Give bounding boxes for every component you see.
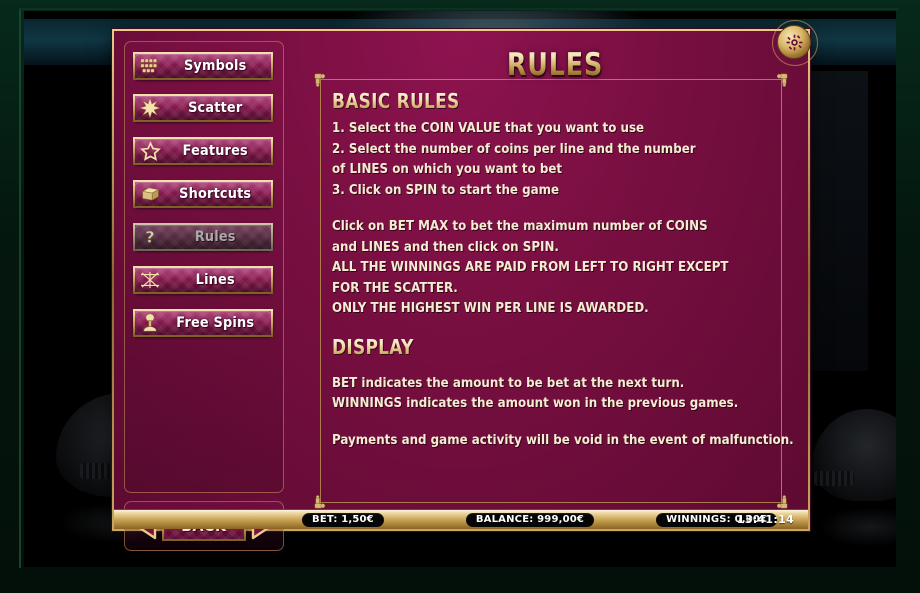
star-outline-icon <box>135 139 165 163</box>
rules-text: BASIC RULES 1. Select the COIN VALUE tha… <box>332 89 794 450</box>
rules-content: RULES BASIC RULES 1. Select the COIN VAL… <box>312 41 798 521</box>
corner-ornament-icon <box>776 495 788 509</box>
malfunction-line: Payments and game activity will be void … <box>332 431 794 448</box>
bet-max-line: Click on BET MAX to bet the maximum numb… <box>332 218 708 234</box>
rules-panel: Symbols Scatter Features Shortcuts ? Rul… <box>112 29 810 551</box>
sidebar-item-symbols[interactable]: Symbols <box>133 52 273 80</box>
sidebar-item-rules[interactable]: ? Rules <box>133 223 273 251</box>
background-car-reflection <box>816 507 896 547</box>
sidebar-item-shortcuts[interactable]: Shortcuts <box>133 180 273 208</box>
sidebar-item-scatter[interactable]: Scatter <box>133 94 273 122</box>
sidebar-item-label: Free Spins <box>176 315 255 331</box>
display-line: BET indicates the amount to be bet at th… <box>332 374 685 391</box>
coins-grid-icon <box>135 54 165 78</box>
bet-max-line: and LINES and then click on SPIN. <box>332 238 559 255</box>
sidebar-item-lines[interactable]: Lines <box>133 266 273 294</box>
crossed-lines-icon <box>135 268 165 292</box>
display-line: WINNINGS indicates the amount won in the… <box>332 395 739 411</box>
corner-ornament-icon <box>314 495 326 509</box>
starburst-icon <box>135 96 165 120</box>
outer-frame-line-left <box>19 8 21 568</box>
basic-rules-line: 2. Select the number of coins per line a… <box>332 140 696 157</box>
sidebar-item-label: Lines <box>195 272 235 288</box>
question-mark-icon: ? <box>135 225 165 249</box>
settings-button[interactable] <box>772 20 818 66</box>
clock-display: 13:41:14 <box>736 513 794 526</box>
sidebar-item-label: Rules <box>194 229 236 245</box>
basic-rules-heading: BASIC RULES <box>332 89 706 113</box>
basic-rules-line: of LINES on which you want to bet <box>332 161 563 177</box>
box-icon <box>135 182 165 206</box>
background-car-right <box>812 409 896 501</box>
basic-rules-line: 3. Click on SPIN to start the game <box>332 181 560 198</box>
basic-rules-line: 1. Select the COIN VALUE that you want t… <box>332 120 645 136</box>
game-stage: Symbols Scatter Features Shortcuts ? Rul… <box>0 0 920 593</box>
svg-text:?: ? <box>145 227 155 246</box>
page-title: RULES <box>356 47 755 83</box>
sidebar-nav: Symbols Scatter Features Shortcuts ? Rul… <box>124 41 284 493</box>
corner-ornament-icon <box>776 73 788 87</box>
corner-ornament-icon <box>314 73 326 87</box>
bet-max-line: ONLY THE HIGHEST WIN PER LINE IS AWARDED… <box>332 300 649 316</box>
display-heading: DISPLAY <box>332 335 706 359</box>
balance-display: BALANCE: 999,00€ <box>465 512 595 527</box>
sidebar-item-free-spins[interactable]: Free Spins <box>133 309 273 337</box>
sidebar-item-label: Symbols <box>183 58 247 74</box>
joystick-icon <box>135 311 165 335</box>
background-building <box>810 71 868 371</box>
outer-frame-line-top <box>19 8 899 10</box>
settings-ring <box>772 20 818 66</box>
sidebar-item-label: Shortcuts <box>179 186 252 202</box>
status-bar: BET: 1,50€ BALANCE: 999,00€ WINNINGS: 0,… <box>114 509 808 529</box>
bet-max-line: ALL THE WINNINGS ARE PAID FROM LEFT TO R… <box>332 259 729 275</box>
sidebar-item-features[interactable]: Features <box>133 137 273 165</box>
background-car-grill <box>814 471 854 486</box>
bet-max-line: FOR THE SCATTER. <box>332 279 458 296</box>
sidebar-item-label: Features <box>182 143 248 159</box>
sidebar-item-label: Scatter <box>188 100 243 116</box>
bet-display: BET: 1,50€ <box>302 512 384 527</box>
